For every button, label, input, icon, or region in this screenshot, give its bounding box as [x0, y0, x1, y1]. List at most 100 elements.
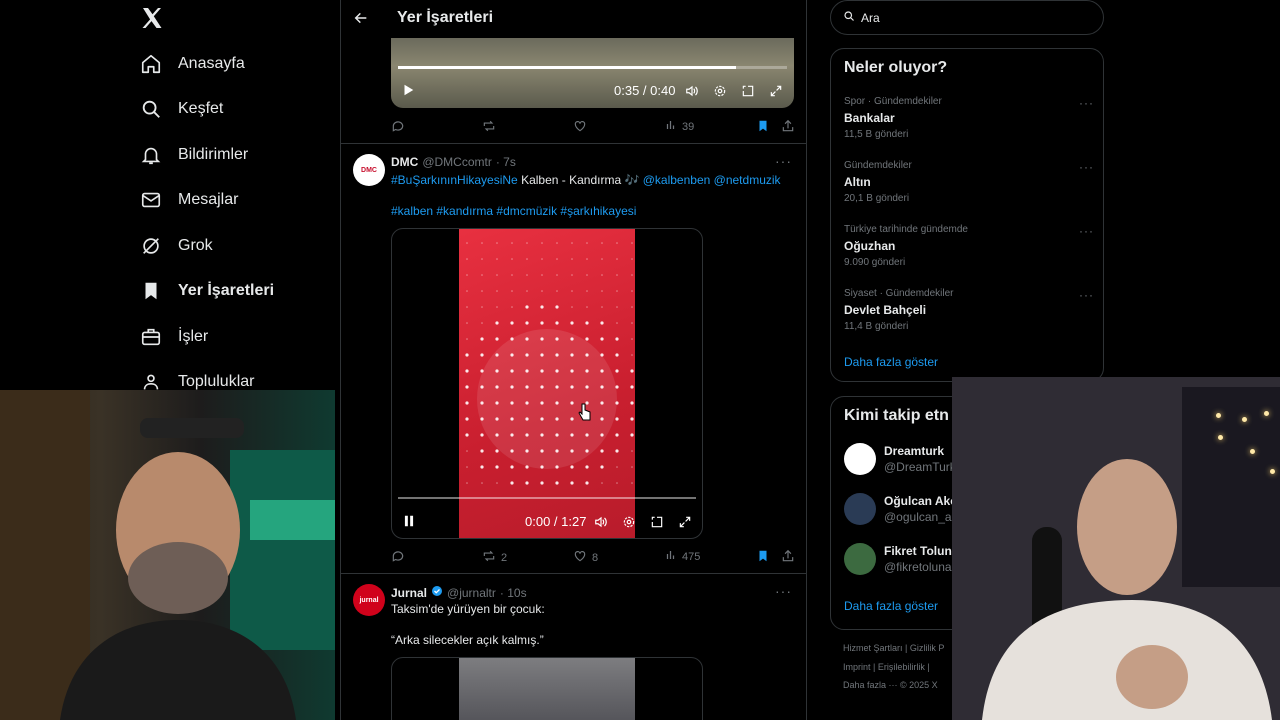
tweet-header: Jurnal @jurnaltr · 10s: [391, 585, 527, 600]
mention-link[interactable]: @kalbenben: [643, 173, 711, 187]
reply-icon[interactable]: [391, 549, 405, 563]
avatar[interactable]: [844, 543, 876, 575]
sidebar-item-notifications[interactable]: Bildirimler: [140, 140, 248, 170]
like-icon[interactable]: [573, 119, 587, 133]
dot-pattern: [465, 242, 634, 485]
retweet-icon: [482, 549, 496, 566]
more-options-icon[interactable]: ···: [1079, 288, 1094, 302]
bookmark-icon[interactable]: [756, 549, 770, 563]
more-options-icon[interactable]: ···: [1079, 96, 1094, 110]
sidebar-item-jobs[interactable]: İşler: [140, 322, 208, 352]
bookmark-icon: [140, 280, 162, 302]
views-count: 39: [682, 120, 695, 133]
tweet-video-player[interactable]: 0:00 / 1:27: [391, 228, 703, 539]
more-options-icon[interactable]: ···: [1079, 160, 1094, 174]
retweet-stat[interactable]: 2: [482, 549, 507, 566]
reply-icon[interactable]: [391, 119, 405, 133]
page-title: Yer İşaretleri: [397, 9, 494, 26]
trend-meta: Gündemdekiler: [844, 160, 912, 171]
follow-handle: @fikretoluna: [884, 560, 952, 574]
trends-card: Neler oluyor? Spor · Gündemdekiler Banka…: [830, 48, 1104, 382]
footer-links[interactable]: Hizmet Şartları | Gizlilik P: [843, 643, 944, 653]
trend-topic: Oğuzhan: [844, 239, 896, 253]
pip-icon[interactable]: [741, 84, 757, 100]
tweet-header: DMC @DMCcomtr · 7s: [391, 155, 516, 169]
video-progress-bar[interactable]: [398, 497, 696, 499]
sidebar-item-grok[interactable]: Grok: [140, 231, 213, 261]
footer-links[interactable]: Imprint | Erişilebilirlik |: [843, 662, 930, 672]
sidebar-item-messages[interactable]: Mesajlar: [140, 185, 238, 215]
share-icon[interactable]: [781, 549, 795, 563]
video-progress-bar[interactable]: [398, 66, 787, 69]
trend-count: 11,5 B gönderi: [844, 129, 909, 140]
trend-topic: Altın: [844, 175, 871, 189]
trend-item[interactable]: Gündemdekiler Altın 20,1 B gönderi ···: [844, 160, 1094, 204]
volume-icon[interactable]: [594, 515, 610, 531]
trend-meta: Türkiye tarihinde gündemde: [844, 224, 968, 235]
sidebar-item-label: İşler: [178, 328, 209, 345]
trend-count: 11,4 B gönderi: [844, 321, 909, 332]
bookmark-icon[interactable]: [756, 119, 770, 133]
settings-gear-icon[interactable]: [713, 84, 729, 100]
trend-item[interactable]: Siyaset · Gündemdekiler Devlet Bahçeli 1…: [844, 288, 1094, 332]
trend-topic: Bankalar: [844, 111, 895, 125]
show-more-link[interactable]: Daha fazla göster: [844, 355, 938, 369]
more-options-icon[interactable]: ···: [775, 583, 792, 599]
avatar[interactable]: jurnal: [353, 584, 385, 616]
play-icon[interactable]: [401, 83, 417, 99]
hashtag-link[interactable]: #BuŞarkınınHikayesiNe: [391, 173, 518, 187]
search-bar[interactable]: [830, 0, 1104, 35]
views-stat[interactable]: 475: [665, 549, 700, 564]
show-more-link[interactable]: Daha fazla göster: [844, 599, 938, 613]
tweet-video-player[interactable]: [391, 657, 703, 720]
author-name[interactable]: Jurnal: [391, 586, 427, 600]
trend-count: 20,1 B gönderi: [844, 193, 910, 204]
sidebar-item-label: Anasayfa: [178, 55, 245, 72]
sidebar-item-label: Mesajlar: [178, 191, 239, 208]
pip-icon[interactable]: [650, 515, 666, 531]
streamer-figure: [0, 390, 335, 720]
fullscreen-icon[interactable]: [769, 84, 785, 100]
follow-name: Fikret Toluna: [884, 544, 959, 558]
share-icon[interactable]: [781, 119, 795, 133]
trend-item[interactable]: Spor · Gündemdekiler Bankalar 11,5 B gön…: [844, 96, 1094, 140]
x-logo-icon[interactable]: [140, 6, 164, 30]
hashtags-line[interactable]: #kalben #kandırma #dmcmüzik #şarkıhikaye…: [391, 204, 636, 218]
video-frame: [459, 658, 635, 720]
settings-gear-icon[interactable]: [622, 515, 638, 531]
sidebar-item-label: Bildirimler: [178, 146, 249, 163]
author-name[interactable]: DMC: [391, 155, 418, 169]
sidebar-item-label: Topluluklar: [178, 373, 255, 390]
video-frame: [459, 229, 635, 538]
tweet-time[interactable]: · 7s: [496, 155, 516, 169]
views-icon: [665, 549, 677, 564]
sidebar-item-bookmarks[interactable]: Yer İşaretleri: [140, 276, 274, 306]
tweet-text: #BuŞarkınınHikayesiNe Kalben - Kandırma …: [391, 173, 781, 187]
more-options-icon[interactable]: ···: [1079, 224, 1094, 238]
footer-links[interactable]: Daha fazla ··· © 2025 X: [843, 680, 938, 690]
more-options-icon[interactable]: ···: [775, 153, 792, 169]
sidebar-item-explore[interactable]: Keşfet: [140, 94, 223, 124]
views-stat[interactable]: 39: [665, 119, 694, 134]
follow-suggestion[interactable]: Oğulcan Akç @ogulcan_ak: [844, 493, 958, 525]
sidebar-item-home[interactable]: Anasayfa: [140, 49, 245, 79]
follow-name: Oğulcan Akç: [884, 494, 957, 508]
like-stat[interactable]: 8: [573, 549, 598, 566]
pause-icon[interactable]: [402, 514, 418, 530]
mention-link[interactable]: @netdmuzik: [714, 173, 781, 187]
tweet-video-player[interactable]: 0:35 / 0:40: [391, 38, 794, 108]
back-arrow-icon[interactable]: [353, 8, 373, 28]
trend-item[interactable]: Türkiye tarihinde gündemde Oğuzhan 9.090…: [844, 224, 1094, 268]
avatar[interactable]: [844, 443, 876, 475]
avatar[interactable]: [844, 493, 876, 525]
retweet-icon[interactable]: [482, 119, 496, 133]
fullscreen-icon[interactable]: [678, 515, 694, 531]
author-handle[interactable]: @DMCcomtr: [422, 155, 492, 169]
search-input[interactable]: [861, 10, 1061, 25]
follow-suggestion[interactable]: Fikret Toluna @fikretoluna: [844, 543, 958, 575]
follow-suggestion[interactable]: Dreamturk @DreamTurk: [844, 443, 956, 475]
tweet-time[interactable]: · 10s: [500, 586, 527, 600]
author-handle[interactable]: @jurnaltr: [447, 586, 496, 600]
volume-icon[interactable]: [685, 84, 701, 100]
avatar[interactable]: DMC: [353, 154, 385, 186]
